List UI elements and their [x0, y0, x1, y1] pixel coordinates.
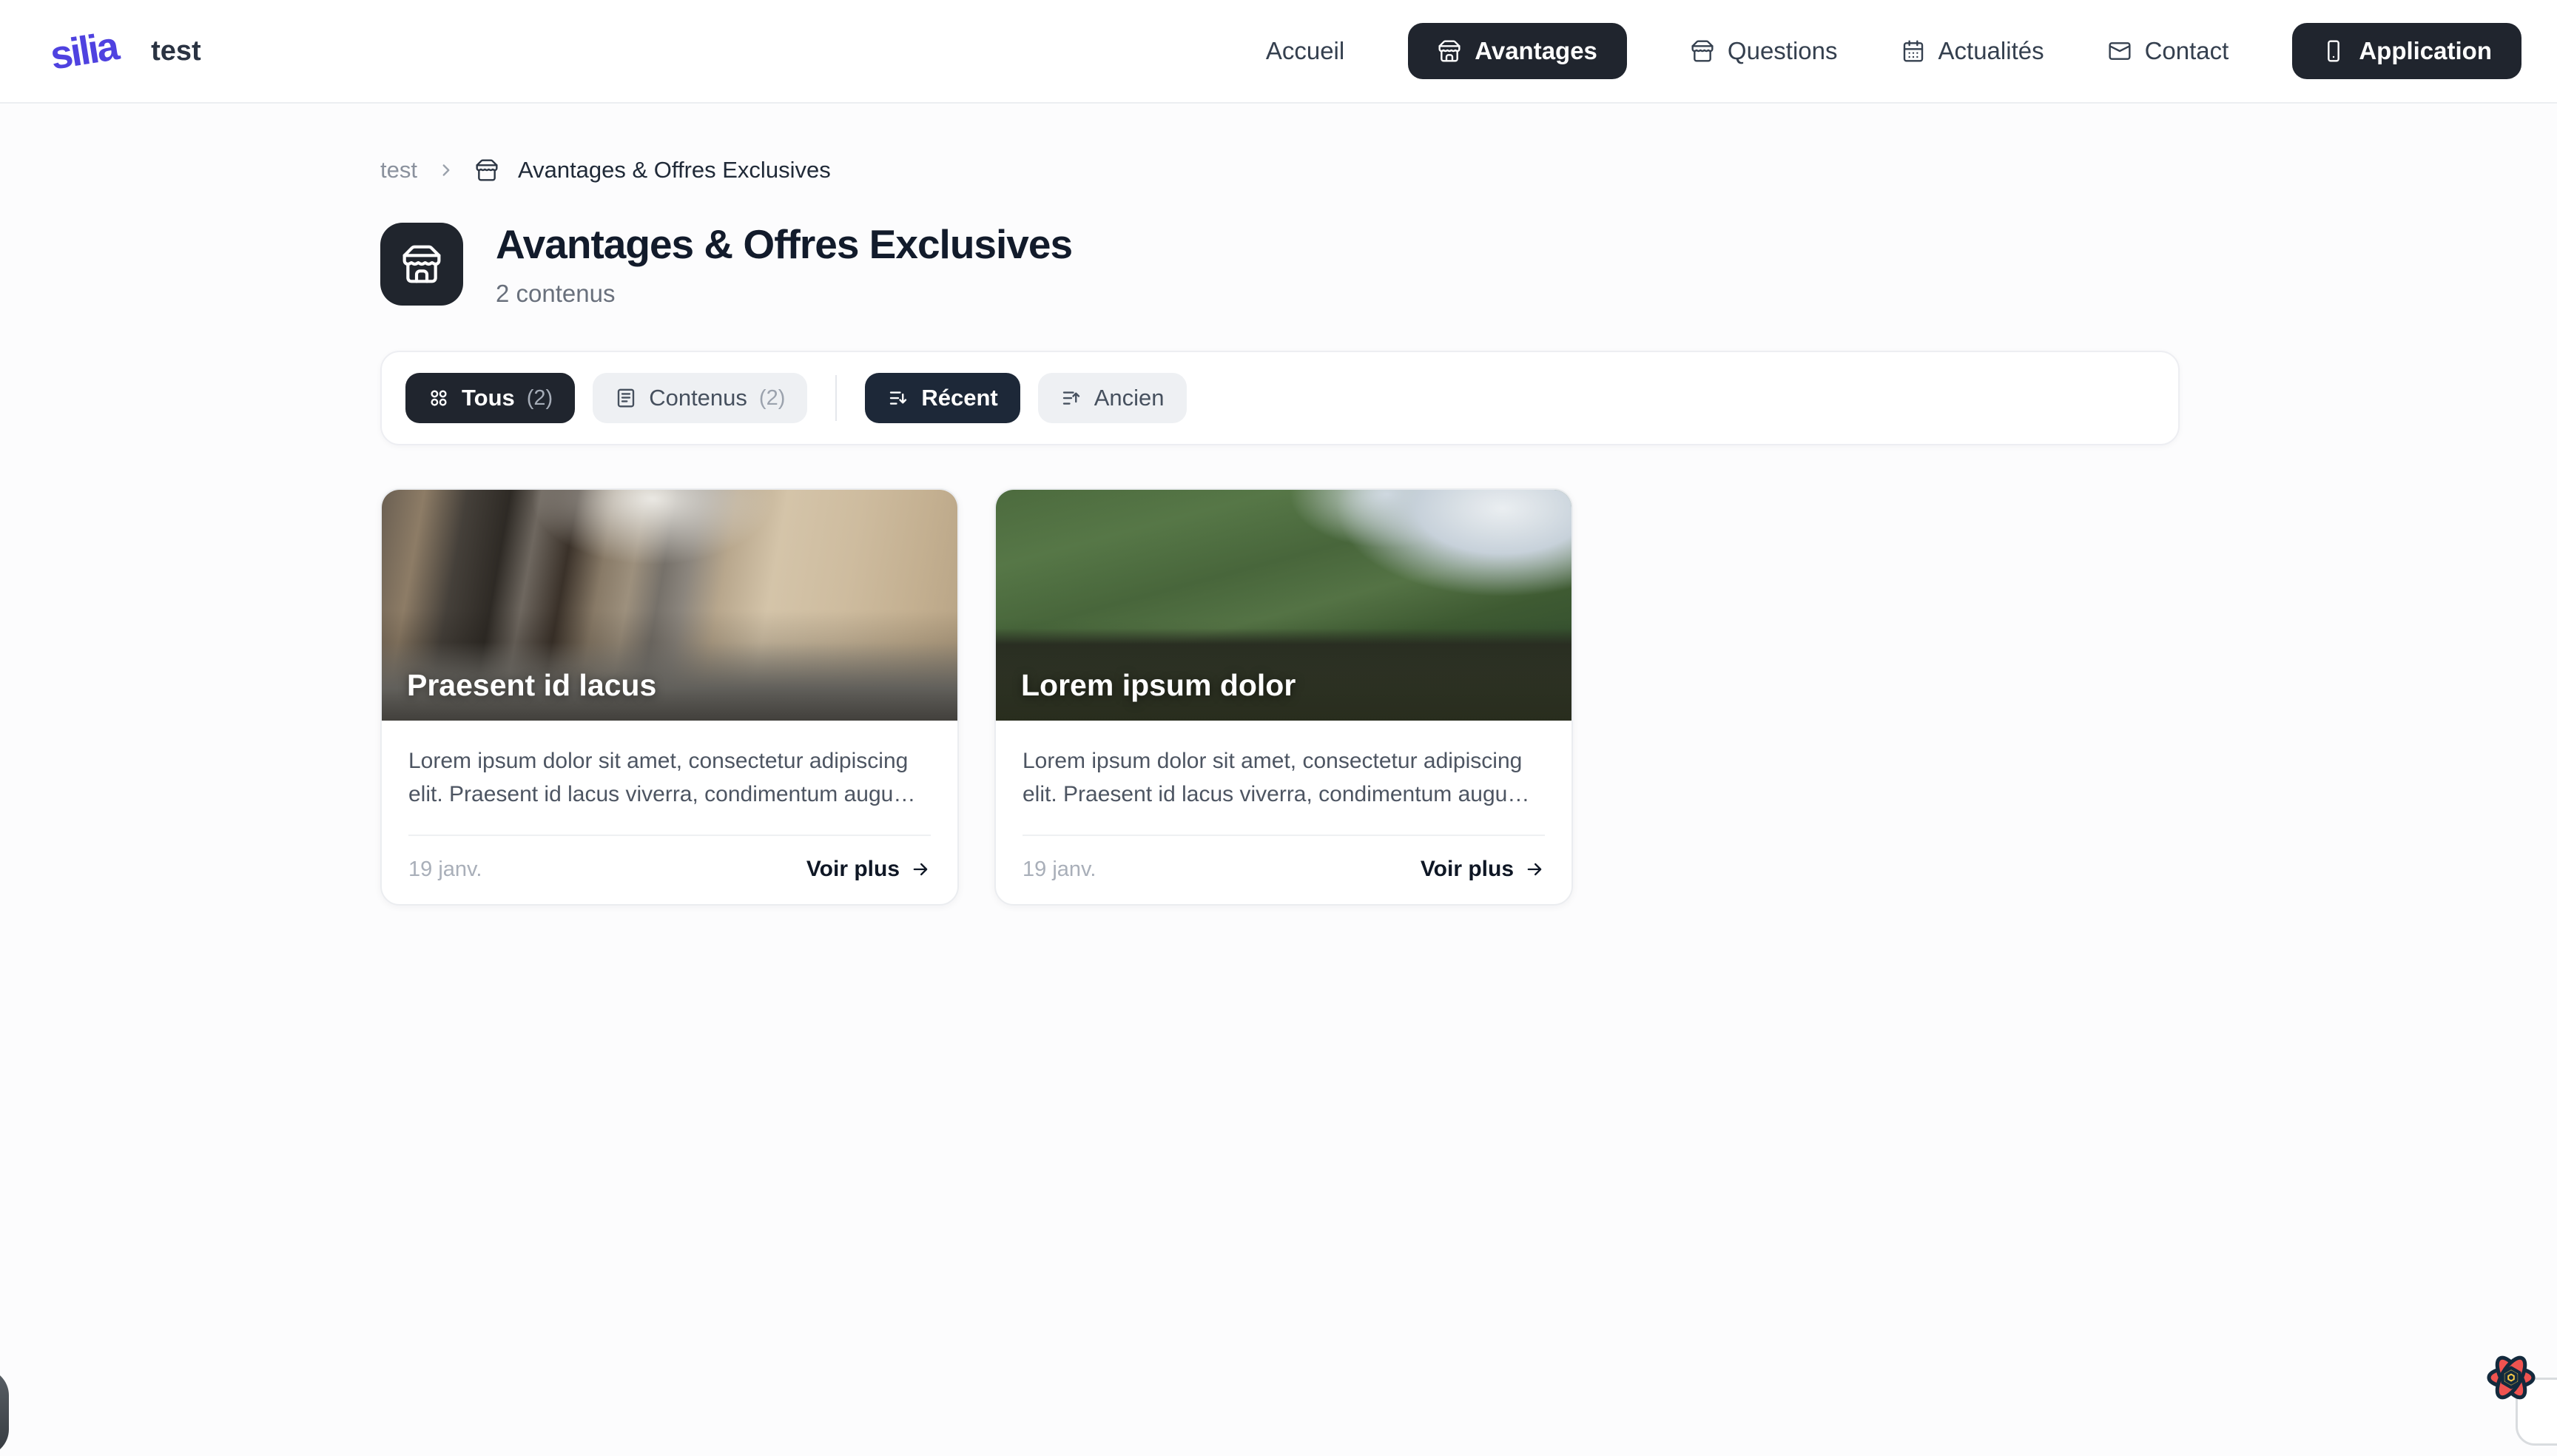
card-see-more-label: Voir plus: [1421, 857, 1514, 882]
page-header-texts: Avantages & Offres Exclusives 2 contenus: [496, 220, 1072, 308]
page-subtitle: 2 contenus: [496, 280, 1072, 308]
filter-tab-tous[interactable]: Tous (2): [405, 373, 575, 423]
card-cover-image: Praesent id lacus: [382, 490, 957, 721]
brand: silia test: [46, 25, 201, 77]
calendar-icon: [1901, 39, 1925, 63]
top-navigation-bar: silia test Accueil Avantages Questi: [0, 0, 2557, 104]
filter-tab-contenus-label: Contenus: [649, 385, 747, 411]
chevron-right-icon: [437, 161, 456, 180]
storefront-icon: [475, 158, 499, 182]
card-see-more-label: Voir plus: [806, 857, 900, 882]
card-title: Lorem ipsum dolor: [1021, 668, 1296, 703]
breadcrumb: test Avantages & Offres Exclusives: [380, 157, 2557, 183]
application-button[interactable]: Application: [2292, 23, 2521, 79]
toolbar-divider: [835, 375, 837, 421]
sort-button-recent[interactable]: Récent: [865, 373, 1020, 423]
filter-tab-contenus[interactable]: Contenus (2): [593, 373, 807, 423]
card-excerpt: Lorem ipsum dolor sit amet, consectetur …: [408, 744, 934, 811]
breadcrumb-current: Avantages & Offres Exclusives: [518, 157, 831, 183]
page-header: Avantages & Offres Exclusives 2 contenus: [380, 220, 2557, 308]
content-card[interactable]: Lorem ipsum dolor Lorem ipsum dolor sit …: [994, 488, 1573, 906]
mail-icon: [2108, 39, 2132, 63]
application-button-label: Application: [2359, 37, 2492, 65]
brand-logo[interactable]: silia: [42, 19, 125, 82]
filter-tab-contenus-count: (2): [759, 386, 785, 411]
card-footer: 19 janv. Voir plus: [1023, 836, 1545, 882]
card-date: 19 janv.: [408, 857, 482, 882]
main-nav: Accueil Avantages Questions: [1266, 23, 2521, 79]
sort-button-ancien-label: Ancien: [1094, 385, 1165, 411]
sort-descending-icon: [887, 387, 909, 409]
storefront-icon: [1691, 39, 1714, 63]
nav-item-contact[interactable]: Contact: [2108, 37, 2229, 65]
sort-button-recent-label: Récent: [921, 385, 997, 411]
sort-button-ancien[interactable]: Ancien: [1038, 373, 1187, 423]
workspace-name: test: [151, 36, 201, 67]
card-body: Lorem ipsum dolor sit amet, consectetur …: [382, 721, 957, 904]
card-excerpt: Lorem ipsum dolor sit amet, consectetur …: [1023, 744, 1548, 811]
page-icon-box: [380, 223, 463, 306]
card-date: 19 janv.: [1023, 857, 1096, 882]
filter-tab-tous-count: (2): [527, 386, 553, 411]
nav-item-accueil[interactable]: Accueil: [1266, 37, 1344, 65]
card-see-more-link[interactable]: Voir plus: [806, 857, 931, 882]
nav-item-avantages-label: Avantages: [1475, 37, 1597, 65]
filter-toolbar: Tous (2) Contenus (2) Récent Ancien: [380, 351, 2180, 445]
page-title: Avantages & Offres Exclusives: [496, 220, 1072, 268]
card-see-more-link[interactable]: Voir plus: [1421, 857, 1545, 882]
nav-item-contact-label: Contact: [2145, 37, 2229, 65]
card-cover-image: Lorem ipsum dolor: [996, 490, 1571, 721]
nav-item-questions[interactable]: Questions: [1691, 37, 1838, 65]
content-card[interactable]: Praesent id lacus Lorem ipsum dolor sit …: [380, 488, 959, 906]
filter-tab-tous-label: Tous: [462, 385, 515, 411]
main-content: test Avantages & Offres Exclusives Avant…: [0, 104, 2557, 906]
breadcrumb-root-link[interactable]: test: [380, 157, 417, 183]
nav-item-avantages[interactable]: Avantages: [1408, 23, 1627, 79]
card-title: Praesent id lacus: [407, 668, 656, 703]
nav-item-actualites-label: Actualités: [1938, 37, 2044, 65]
react-query-devtools-button[interactable]: [2484, 1351, 2538, 1404]
storefront-icon: [1438, 39, 1461, 63]
grid-dots-icon: [428, 387, 450, 409]
nav-item-actualites[interactable]: Actualités: [1901, 37, 2044, 65]
devtools-left-tab[interactable]: [0, 1369, 9, 1456]
nav-item-questions-label: Questions: [1728, 37, 1838, 65]
content-card-grid: Praesent id lacus Lorem ipsum dolor sit …: [380, 488, 2557, 906]
document-icon: [615, 387, 637, 409]
react-query-atom-icon: [2484, 1351, 2538, 1404]
arrow-right-icon: [1524, 859, 1545, 880]
arrow-right-icon: [910, 859, 931, 880]
card-body: Lorem ipsum dolor sit amet, consectetur …: [996, 721, 1571, 904]
nav-item-accueil-label: Accueil: [1266, 37, 1344, 65]
card-footer: 19 janv. Voir plus: [408, 836, 931, 882]
sort-ascending-icon: [1060, 387, 1082, 409]
storefront-icon: [401, 243, 442, 285]
smartphone-icon: [2322, 39, 2345, 63]
